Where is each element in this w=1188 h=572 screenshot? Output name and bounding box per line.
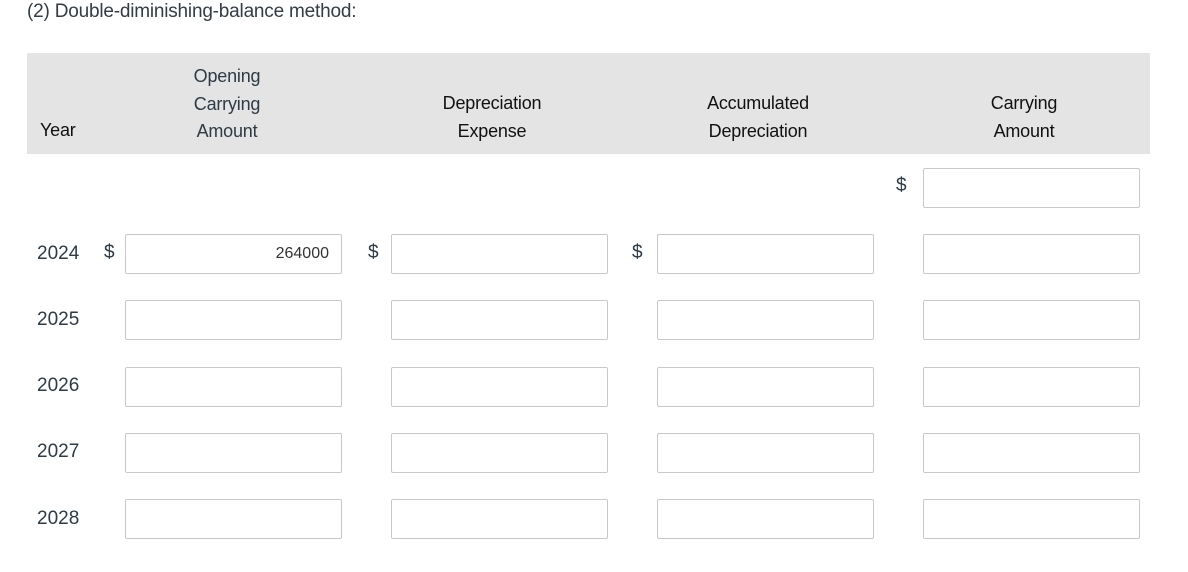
accumulated-depreciation-input[interactable] <box>657 499 874 539</box>
header-depreciation-line1: Depreciation <box>442 93 542 113</box>
header-accumulated-line2: Depreciation <box>708 120 808 141</box>
header-carrying-line1: Carrying <box>990 93 1058 113</box>
depreciation-expense-input[interactable] <box>391 499 608 539</box>
accumulated-depreciation-input[interactable] <box>657 234 874 274</box>
header-opening-line3: Amount <box>196 121 258 141</box>
depreciation-expense-input[interactable] <box>391 433 608 473</box>
year-label: 2027 <box>37 441 80 462</box>
header-opening-carrying-amount: Opening Carrying Amount <box>160 63 294 146</box>
header-opening-line2: Carrying <box>193 93 261 114</box>
dollar-sign: $ <box>632 242 643 263</box>
opening-carrying-amount-input[interactable] <box>125 433 342 473</box>
dollar-sign: $ <box>104 242 115 263</box>
opening-carrying-amount-input[interactable] <box>125 499 342 539</box>
accumulated-depreciation-input[interactable] <box>657 433 874 473</box>
header-accumulated-line1: Accumulated <box>707 93 809 113</box>
accumulated-depreciation-input[interactable] <box>657 367 874 407</box>
opening-carrying-amount-input[interactable] <box>125 234 342 274</box>
dollar-sign: $ <box>368 242 379 263</box>
header-year: Year <box>40 120 76 140</box>
header-opening-line1: Opening <box>193 66 261 86</box>
year-label: 2025 <box>37 309 80 330</box>
carrying-amount-input[interactable] <box>923 300 1140 340</box>
initial-carrying-amount-input[interactable] <box>923 168 1140 208</box>
section-title: (2) Double-diminishing-balance method: <box>27 1 357 22</box>
depreciation-expense-input[interactable] <box>391 234 608 274</box>
opening-carrying-amount-input[interactable] <box>125 367 342 407</box>
carrying-amount-input[interactable] <box>923 234 1140 274</box>
year-label: 2024 <box>37 243 80 264</box>
carrying-amount-input[interactable] <box>923 433 1140 473</box>
carrying-amount-input[interactable] <box>923 499 1140 539</box>
header-depreciation-expense: Depreciation Expense <box>400 90 584 145</box>
opening-carrying-amount-input[interactable] <box>125 300 342 340</box>
year-label: 2026 <box>37 375 80 396</box>
depreciation-expense-input[interactable] <box>391 367 608 407</box>
carrying-amount-input[interactable] <box>923 367 1140 407</box>
header-carrying-amount: Carrying Amount <box>932 90 1116 145</box>
accumulated-depreciation-input[interactable] <box>657 300 874 340</box>
depreciation-expense-input[interactable] <box>391 300 608 340</box>
header-depreciation-line2: Expense <box>457 120 527 141</box>
header-carrying-line2: Amount <box>993 120 1055 141</box>
year-label: 2028 <box>37 508 80 529</box>
header-accumulated-depreciation: Accumulated Depreciation <box>666 90 850 145</box>
dollar-sign: $ <box>896 175 907 196</box>
